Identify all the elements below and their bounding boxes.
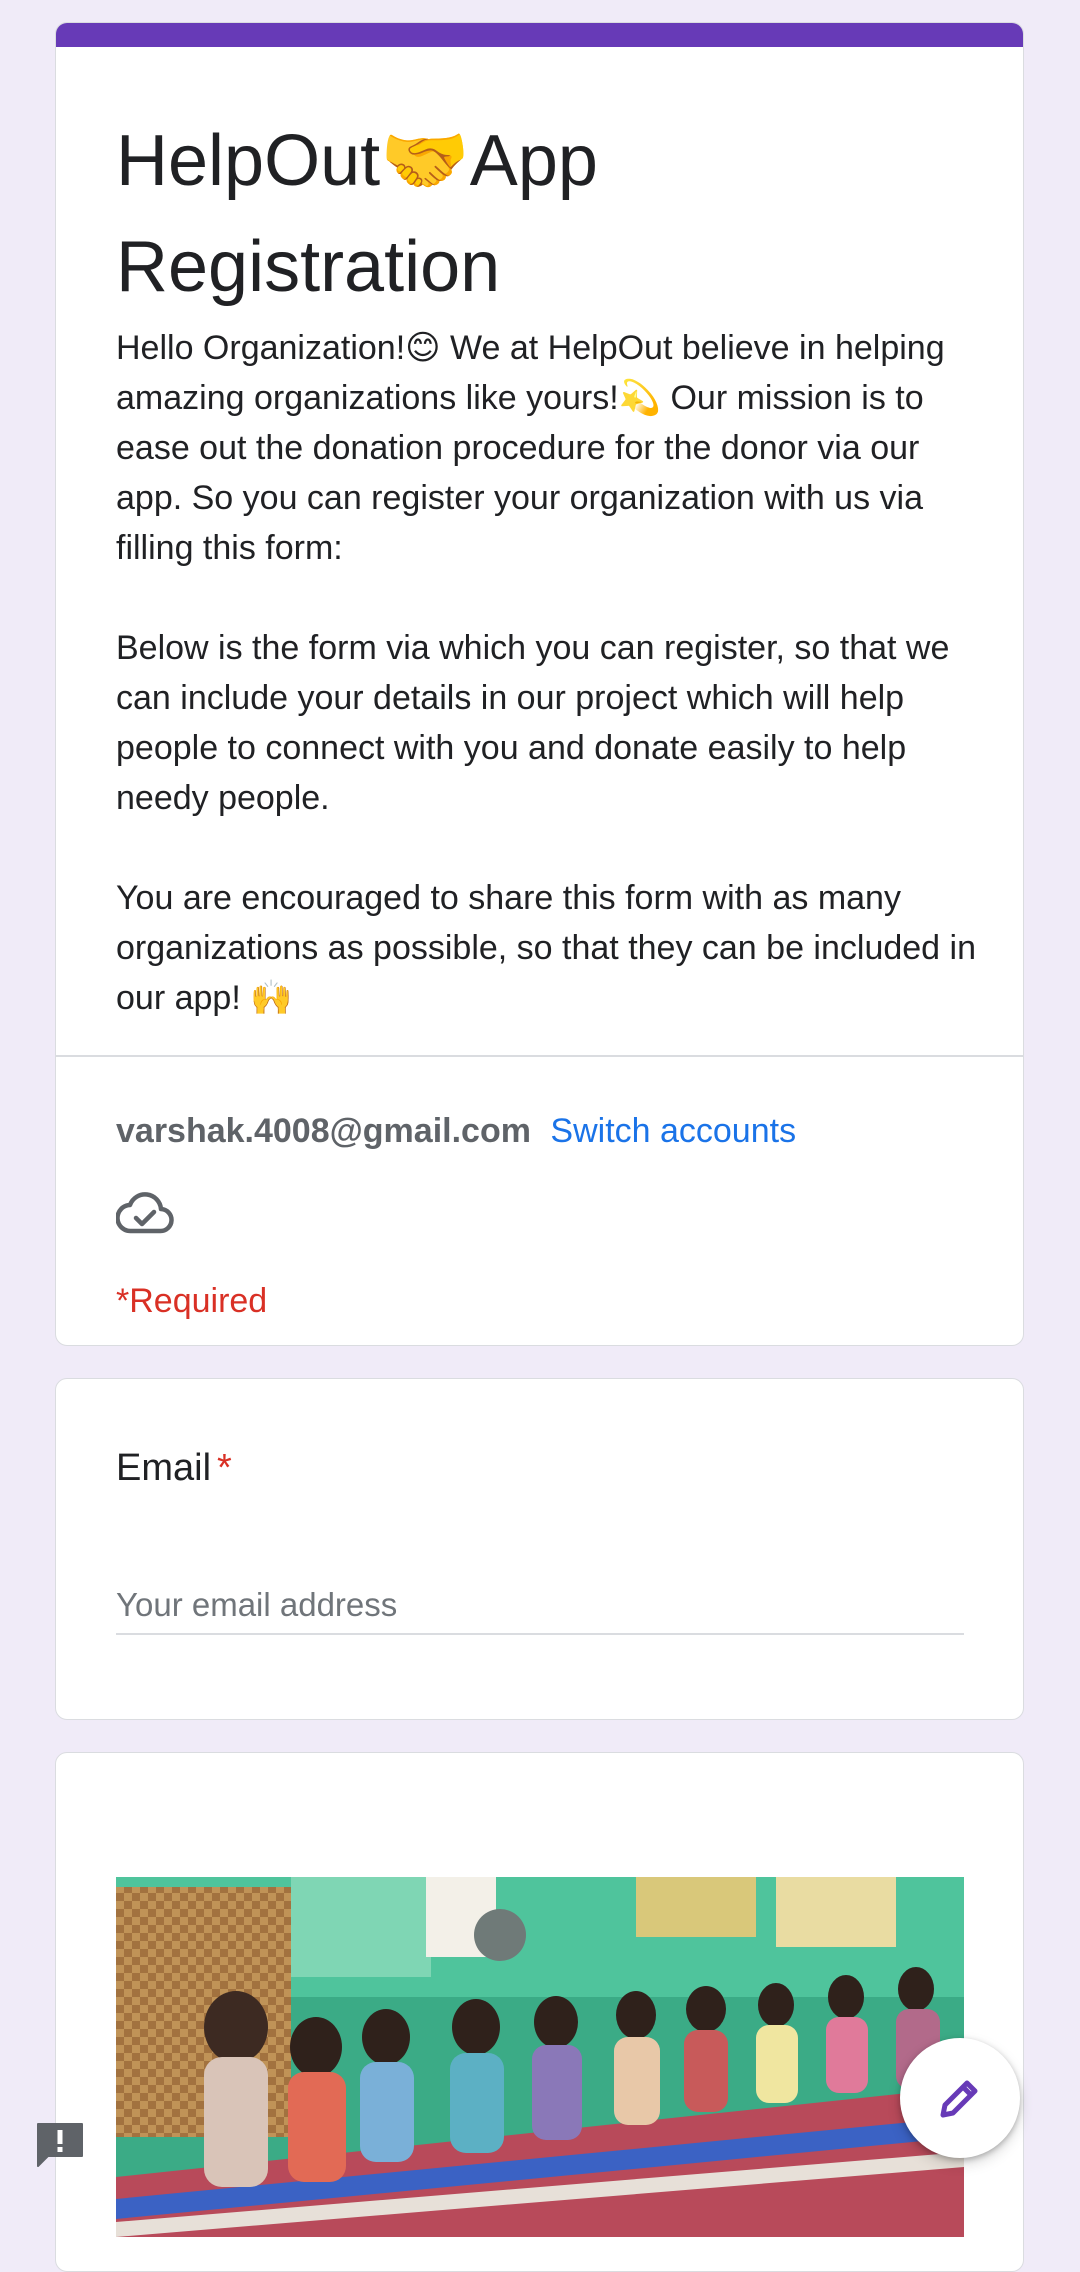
- email-question-title: Email *: [116, 1443, 232, 1493]
- description-paragraph: Below is the form via which you can regi…: [116, 629, 950, 817]
- form-title: HelpOut🤝App Registration: [116, 108, 976, 320]
- email-question-label: Email: [116, 1447, 212, 1489]
- cloud-check-icon: [115, 1191, 174, 1237]
- form-description: Hello Organization!😊 We at HelpOut belie…: [116, 323, 976, 1023]
- description-paragraph: You are encouraged to share this form wi…: [116, 879, 976, 1017]
- edit-response-button[interactable]: [900, 2038, 1020, 2158]
- email-question-card: Email *: [55, 1378, 1024, 1720]
- handshake-emoji: 🤝: [380, 121, 470, 201]
- pencil-icon: [940, 2080, 978, 2118]
- header-divider: [56, 1055, 1023, 1057]
- switch-accounts-link[interactable]: Switch accounts: [550, 1112, 796, 1150]
- account-email: varshak.4008@gmail.com: [116, 1112, 531, 1150]
- title-text-registration: Registration: [116, 227, 501, 307]
- header-accent-bar: [56, 23, 1023, 47]
- title-text-start: HelpOut: [116, 121, 381, 201]
- title-text-app: App: [469, 121, 598, 201]
- feedback-icon[interactable]: [34, 2120, 86, 2168]
- description-paragraph: Hello Organization!😊 We at HelpOut belie…: [116, 329, 945, 567]
- required-note: *Required: [116, 1282, 268, 1320]
- form-header-card: HelpOut🤝App Registration Hello Organizati…: [55, 22, 1024, 1346]
- account-row: varshak.4008@gmail.com Switch accounts: [116, 1109, 796, 1153]
- children-photo: [116, 1877, 964, 2237]
- email-input[interactable]: [116, 1577, 964, 1635]
- image-card: [55, 1752, 1024, 2272]
- required-asterisk: *: [217, 1447, 232, 1489]
